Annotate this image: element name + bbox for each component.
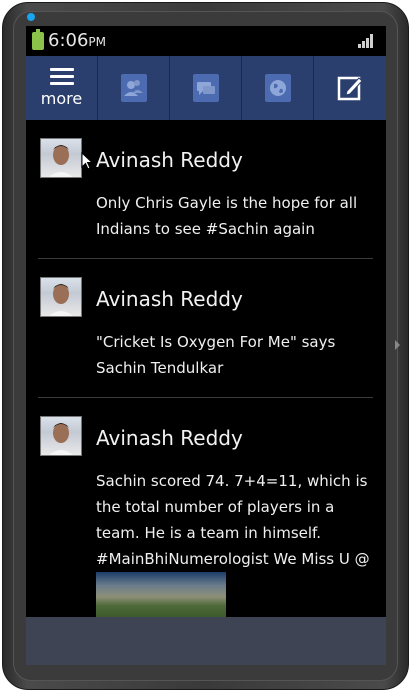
signal-icon bbox=[358, 34, 374, 48]
post-divider bbox=[38, 258, 373, 259]
post-author: Avinash Reddy bbox=[96, 148, 243, 172]
clock-time: 6:06 bbox=[48, 30, 89, 51]
clock-ampm: PM bbox=[88, 35, 107, 49]
tab-messages[interactable] bbox=[170, 56, 242, 120]
more-menu-button[interactable]: more bbox=[26, 56, 98, 120]
avatar[interactable] bbox=[40, 138, 82, 178]
battery-icon bbox=[32, 29, 44, 50]
avatar[interactable] bbox=[40, 277, 82, 317]
status-bar: 6:06PM bbox=[26, 26, 386, 56]
mouse-cursor-icon bbox=[81, 152, 94, 170]
status-clock: 6:06PM bbox=[48, 30, 106, 51]
messages-icon bbox=[192, 74, 219, 102]
globe-icon bbox=[264, 74, 291, 102]
side-button-arrow-icon bbox=[395, 340, 400, 350]
tab-globe[interactable] bbox=[242, 56, 314, 120]
feed-list: Avinash Reddy Only Chris Gayle is the ho… bbox=[26, 120, 386, 617]
action-bar: more bbox=[26, 56, 386, 120]
people-icon bbox=[120, 74, 147, 102]
bottom-bar bbox=[26, 617, 386, 665]
post-divider bbox=[38, 397, 373, 398]
post-text: Sachin scored 74. 7+4=11, which is the t… bbox=[96, 472, 370, 568]
post-author: Avinash Reddy bbox=[96, 426, 243, 450]
more-label: more bbox=[40, 89, 83, 108]
compose-icon bbox=[337, 75, 363, 101]
post-text: "Cricket Is Oxygen For Me" says Sachin T… bbox=[96, 333, 336, 377]
avatar[interactable] bbox=[40, 416, 82, 456]
notification-led bbox=[27, 13, 35, 21]
post-photo[interactable] bbox=[96, 572, 226, 617]
hamburger-menu-icon bbox=[49, 68, 74, 86]
post-author: Avinash Reddy bbox=[96, 287, 243, 311]
tab-people[interactable] bbox=[98, 56, 170, 120]
post-text: Only Chris Gayle is the hope for all Ind… bbox=[96, 194, 358, 238]
compose-button[interactable] bbox=[314, 56, 386, 120]
